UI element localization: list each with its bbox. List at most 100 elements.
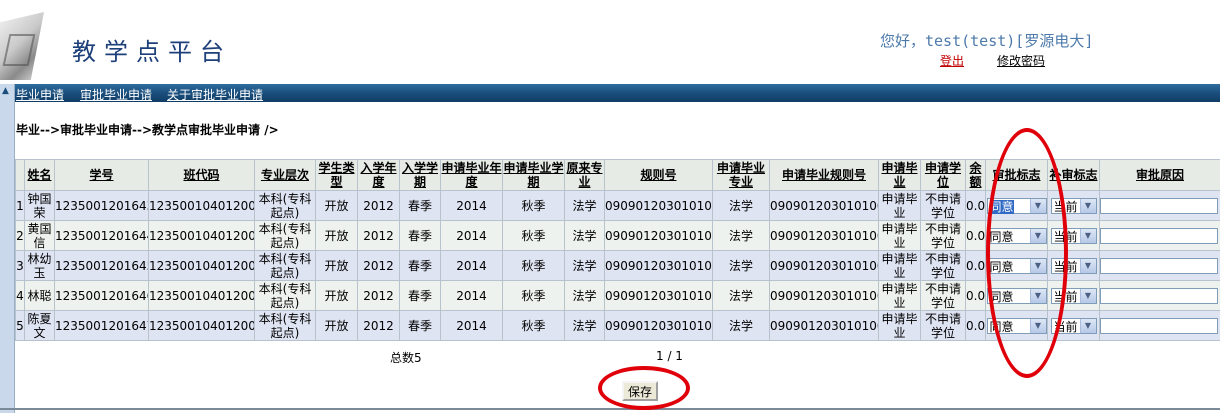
cell-balance: 0.0 — [965, 190, 986, 221]
cell-class-code: 123500104012002 — [148, 190, 255, 221]
cell-grad-term: 秋季 — [502, 250, 565, 281]
cell-no: 1 — [15, 190, 25, 221]
cell-grad-year: 2014 — [440, 310, 503, 341]
cell-grad-major: 法学 — [712, 220, 770, 251]
col-header[interactable]: 申请毕业规则号 — [769, 159, 879, 191]
col-header[interactable]: 申请毕业专业 — [712, 159, 770, 191]
cell-no: 2 — [15, 220, 25, 251]
col-header[interactable]: 审批原因 — [1099, 159, 1220, 191]
cell-grad-rule-no: 090901203010100 — [769, 220, 879, 251]
col-header[interactable]: 学生类型 — [315, 159, 358, 191]
col-header[interactable]: 姓名 — [24, 159, 55, 191]
cell-student-id: 1235001201647 — [54, 310, 149, 341]
cell-year: 2012 — [357, 310, 400, 341]
col-header[interactable]: 申请毕业学期 — [502, 159, 565, 191]
cell-type: 开放 — [315, 250, 358, 281]
cell-grad-year: 2014 — [440, 190, 503, 221]
chevron-down-icon[interactable]: ▼ — [1079, 258, 1096, 273]
cell-name: 陈夏文 — [24, 310, 55, 341]
cell-grad-term: 秋季 — [502, 310, 565, 341]
cell-rule-no: 090901203010100 — [604, 280, 713, 311]
col-header[interactable]: 规则号 — [604, 159, 713, 191]
cell-year: 2012 — [357, 250, 400, 281]
left-frame-strip — [0, 84, 15, 413]
col-header[interactable]: 原来专业 — [564, 159, 605, 191]
approval-reason-input[interactable] — [1100, 287, 1218, 304]
logo-image — [0, 12, 44, 80]
cell-term: 春季 — [399, 190, 441, 221]
scroll-up-icon[interactable]: ▲ — [2, 86, 9, 96]
col-header[interactable]: 学号 — [54, 159, 149, 191]
nav-about-approval[interactable]: 关于审批毕业申请 — [167, 86, 263, 103]
cell-name: 钟国荣 — [24, 190, 55, 221]
approval-reason-input[interactable] — [1100, 197, 1218, 214]
cell-balance: 0.0 — [965, 250, 986, 281]
cell-orig-major: 法学 — [564, 250, 605, 281]
cell-apply-degree: 不申请学位 — [920, 280, 966, 311]
cell-level: 本科(专科起点) — [254, 310, 316, 341]
annotation-oval-approval — [986, 128, 1068, 378]
col-header[interactable]: 入学学期 — [399, 159, 441, 191]
cell-grad-major: 法学 — [712, 250, 770, 281]
cell-student-id: 1235001201643 — [54, 190, 149, 221]
cell-grad-year: 2014 — [440, 220, 503, 251]
cell-reason — [1099, 220, 1220, 251]
cell-grad-year: 2014 — [440, 280, 503, 311]
col-header[interactable]: 申请毕业 — [878, 159, 921, 191]
site-title: 教学点平台 — [72, 38, 232, 66]
cell-orig-major: 法学 — [564, 190, 605, 221]
pager: 1 / 1 — [656, 349, 683, 363]
col-header[interactable]: 申请毕业年度 — [440, 159, 503, 191]
approval-reason-input[interactable] — [1100, 257, 1218, 274]
approval-reason-input[interactable] — [1100, 227, 1218, 244]
total-count: 总数5 — [390, 351, 422, 365]
cell-grad-rule-no: 090901203010100 — [769, 280, 879, 311]
user-greeting: 您好，test(test)[罗源电大] — [880, 32, 1094, 50]
logout-link[interactable]: 登出 — [940, 52, 964, 69]
cell-apply-grad: 申请毕业 — [878, 250, 921, 281]
cell-rule-no: 090901203010100 — [604, 190, 713, 221]
cell-grad-major: 法学 — [712, 310, 770, 341]
cell-grad-major: 法学 — [712, 190, 770, 221]
col-header[interactable]: 余额 — [965, 159, 986, 191]
cell-year: 2012 — [357, 220, 400, 251]
nav-approve-graduation[interactable]: 审批毕业申请 — [80, 86, 152, 103]
col-header[interactable]: 入学年度 — [357, 159, 400, 191]
cell-type: 开放 — [315, 220, 358, 251]
cell-grad-year: 2014 — [440, 250, 503, 281]
approval-reason-input[interactable] — [1100, 317, 1218, 334]
change-password-link[interactable]: 修改密码 — [997, 52, 1045, 69]
cell-apply-degree: 不申请学位 — [920, 220, 966, 251]
col-header[interactable]: 班代码 — [148, 159, 255, 191]
chevron-down-icon[interactable]: ▼ — [1079, 318, 1096, 333]
header: 教学点平台 您好，test(test)[罗源电大] 登出 修改密码 — [0, 0, 1220, 84]
cell-term: 春季 — [399, 310, 441, 341]
nav-graduation-apply[interactable]: 毕业申请 — [16, 86, 64, 103]
cell-term: 春季 — [399, 280, 441, 311]
col-header[interactable]: 申请学位 — [920, 159, 966, 191]
chevron-down-icon[interactable]: ▼ — [1079, 228, 1096, 243]
chevron-down-icon[interactable]: ▼ — [1079, 198, 1096, 213]
cell-rule-no: 090901203010100 — [604, 310, 713, 341]
cell-grad-major: 法学 — [712, 280, 770, 311]
cell-balance: 0.0 — [965, 220, 986, 251]
cell-rule-no: 090901203010100 — [604, 250, 713, 281]
cell-year: 2012 — [357, 280, 400, 311]
cell-balance: 0.0 — [965, 310, 986, 341]
cell-class-code: 123500104012002 — [148, 250, 255, 281]
chevron-down-icon[interactable]: ▼ — [1079, 288, 1096, 303]
cell-term: 春季 — [399, 220, 441, 251]
cell-class-code: 123500104012002 — [148, 280, 255, 311]
cell-grad-term: 秋季 — [502, 220, 565, 251]
cell-grad-term: 秋季 — [502, 190, 565, 221]
cell-type: 开放 — [315, 190, 358, 221]
cell-no: 3 — [15, 250, 25, 281]
cell-type: 开放 — [315, 280, 358, 311]
bottom-divider — [0, 408, 1220, 410]
cell-reason — [1099, 280, 1220, 311]
cell-name: 林幼玉 — [24, 250, 55, 281]
cell-year: 2012 — [357, 190, 400, 221]
cell-student-id: 1235001201646 — [54, 280, 149, 311]
col-header[interactable]: 专业层次 — [254, 159, 316, 191]
cell-apply-degree: 不申请学位 — [920, 310, 966, 341]
